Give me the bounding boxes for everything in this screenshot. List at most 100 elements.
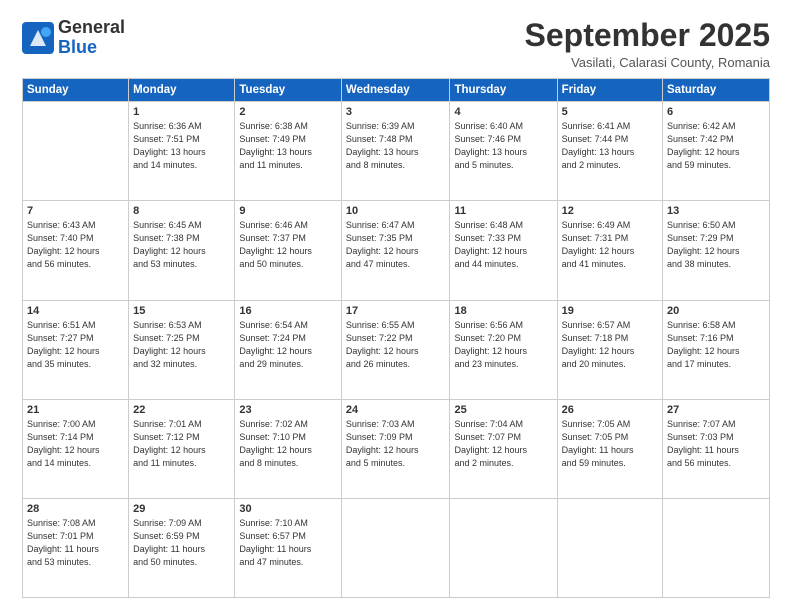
day-info: Sunrise: 7:09 AM Sunset: 6:59 PM Dayligh… <box>133 517 230 569</box>
day-number: 30 <box>239 503 337 515</box>
day-number: 25 <box>454 404 552 416</box>
day-info: Sunrise: 6:42 AM Sunset: 7:42 PM Dayligh… <box>667 120 765 172</box>
day-info: Sunrise: 7:04 AM Sunset: 7:07 PM Dayligh… <box>454 418 552 470</box>
day-number: 29 <box>133 503 230 515</box>
day-number: 26 <box>562 404 658 416</box>
calendar-cell: 6 Sunrise: 6:42 AM Sunset: 7:42 PM Daylig… <box>663 102 770 201</box>
day-number: 11 <box>454 205 552 217</box>
logo: General Blue <box>22 18 125 58</box>
title-block: September 2025 Vasilati, Calarasi County… <box>525 18 770 70</box>
day-number: 21 <box>27 404 124 416</box>
day-number: 27 <box>667 404 765 416</box>
calendar-table: SundayMondayTuesdayWednesdayThursdayFrid… <box>22 78 770 598</box>
day-info: Sunrise: 6:50 AM Sunset: 7:29 PM Dayligh… <box>667 219 765 271</box>
day-info: Sunrise: 7:05 AM Sunset: 7:05 PM Dayligh… <box>562 418 658 470</box>
col-header-friday: Friday <box>557 79 662 102</box>
calendar-cell: 27 Sunrise: 7:07 AM Sunset: 7:03 PM Dayli… <box>663 399 770 498</box>
day-number: 9 <box>239 205 337 217</box>
day-number: 3 <box>346 106 446 118</box>
day-info: Sunrise: 7:02 AM Sunset: 7:10 PM Dayligh… <box>239 418 337 470</box>
day-info: Sunrise: 6:58 AM Sunset: 7:16 PM Dayligh… <box>667 319 765 371</box>
calendar-cell: 7Sunrise: 6:43 AM Sunset: 7:40 PM Daylig… <box>23 201 129 300</box>
day-number: 8 <box>133 205 230 217</box>
day-number: 24 <box>346 404 446 416</box>
day-number: 15 <box>133 305 230 317</box>
calendar-cell: 24 Sunrise: 7:03 AM Sunset: 7:09 PM Dayli… <box>341 399 450 498</box>
day-number: 17 <box>346 305 446 317</box>
calendar-cell: 9 Sunrise: 6:46 AM Sunset: 7:37 PM Daylig… <box>235 201 342 300</box>
day-info: Sunrise: 7:00 AM Sunset: 7:14 PM Dayligh… <box>27 418 124 470</box>
day-number: 4 <box>454 106 552 118</box>
week-row-2: 7Sunrise: 6:43 AM Sunset: 7:40 PM Daylig… <box>23 201 770 300</box>
day-info: Sunrise: 6:56 AM Sunset: 7:20 PM Dayligh… <box>454 319 552 371</box>
day-info: Sunrise: 6:51 AM Sunset: 7:27 PM Dayligh… <box>27 319 124 371</box>
day-info: Sunrise: 6:39 AM Sunset: 7:48 PM Dayligh… <box>346 120 446 172</box>
day-info: Sunrise: 7:01 AM Sunset: 7:12 PM Dayligh… <box>133 418 230 470</box>
day-info: Sunrise: 6:57 AM Sunset: 7:18 PM Dayligh… <box>562 319 658 371</box>
calendar-cell: 21 Sunrise: 7:00 AM Sunset: 7:14 PM Dayli… <box>23 399 129 498</box>
calendar-cell: 1 Sunrise: 6:36 AM Sunset: 7:51 PM Daylig… <box>129 102 235 201</box>
day-number: 1 <box>133 106 230 118</box>
calendar-cell: 8 Sunrise: 6:45 AM Sunset: 7:38 PM Daylig… <box>129 201 235 300</box>
header: General Blue September 2025 Vasilati, Ca… <box>22 18 770 70</box>
day-info: Sunrise: 6:36 AM Sunset: 7:51 PM Dayligh… <box>133 120 230 172</box>
day-number: 10 <box>346 205 446 217</box>
logo-blue-text: Blue <box>58 38 125 58</box>
calendar-cell: 18 Sunrise: 6:56 AM Sunset: 7:20 PM Dayli… <box>450 300 557 399</box>
day-number: 20 <box>667 305 765 317</box>
day-number: 13 <box>667 205 765 217</box>
day-info: Sunrise: 7:07 AM Sunset: 7:03 PM Dayligh… <box>667 418 765 470</box>
day-info: Sunrise: 6:46 AM Sunset: 7:37 PM Dayligh… <box>239 219 337 271</box>
calendar-cell: 14 Sunrise: 6:51 AM Sunset: 7:27 PM Dayli… <box>23 300 129 399</box>
day-info: Sunrise: 7:10 AM Sunset: 6:57 PM Dayligh… <box>239 517 337 569</box>
day-number: 18 <box>454 305 552 317</box>
day-info: Sunrise: 6:47 AM Sunset: 7:35 PM Dayligh… <box>346 219 446 271</box>
calendar-cell: 26 Sunrise: 7:05 AM Sunset: 7:05 PM Dayli… <box>557 399 662 498</box>
day-number: 16 <box>239 305 337 317</box>
day-number: 23 <box>239 404 337 416</box>
col-header-wednesday: Wednesday <box>341 79 450 102</box>
day-number: 28 <box>27 503 124 515</box>
calendar-cell: 2 Sunrise: 6:38 AM Sunset: 7:49 PM Daylig… <box>235 102 342 201</box>
day-number: 12 <box>562 205 658 217</box>
calendar-cell: 5Sunrise: 6:41 AM Sunset: 7:44 PM Daylig… <box>557 102 662 201</box>
col-header-saturday: Saturday <box>663 79 770 102</box>
page: General Blue September 2025 Vasilati, Ca… <box>0 0 792 612</box>
day-number: 19 <box>562 305 658 317</box>
calendar-cell: 17 Sunrise: 6:55 AM Sunset: 7:22 PM Dayli… <box>341 300 450 399</box>
calendar-cell: 20 Sunrise: 6:58 AM Sunset: 7:16 PM Dayli… <box>663 300 770 399</box>
calendar-cell: 23 Sunrise: 7:02 AM Sunset: 7:10 PM Dayli… <box>235 399 342 498</box>
day-number: 2 <box>239 106 337 118</box>
week-row-3: 14 Sunrise: 6:51 AM Sunset: 7:27 PM Dayli… <box>23 300 770 399</box>
week-row-4: 21 Sunrise: 7:00 AM Sunset: 7:14 PM Dayli… <box>23 399 770 498</box>
day-info: Sunrise: 6:48 AM Sunset: 7:33 PM Dayligh… <box>454 219 552 271</box>
calendar-cell: 4Sunrise: 6:40 AM Sunset: 7:46 PM Daylig… <box>450 102 557 201</box>
week-row-1: 1 Sunrise: 6:36 AM Sunset: 7:51 PM Daylig… <box>23 102 770 201</box>
day-info: Sunrise: 6:45 AM Sunset: 7:38 PM Dayligh… <box>133 219 230 271</box>
calendar-cell: 13 Sunrise: 6:50 AM Sunset: 7:29 PM Dayli… <box>663 201 770 300</box>
calendar-cell <box>450 498 557 597</box>
day-number: 22 <box>133 404 230 416</box>
calendar-cell: 3 Sunrise: 6:39 AM Sunset: 7:48 PM Daylig… <box>341 102 450 201</box>
header-row: SundayMondayTuesdayWednesdayThursdayFrid… <box>23 79 770 102</box>
day-number: 6 <box>667 106 765 118</box>
logo-icon <box>22 22 54 54</box>
day-info: Sunrise: 6:55 AM Sunset: 7:22 PM Dayligh… <box>346 319 446 371</box>
calendar-cell <box>23 102 129 201</box>
calendar-cell: 16Sunrise: 6:54 AM Sunset: 7:24 PM Dayli… <box>235 300 342 399</box>
day-number: 14 <box>27 305 124 317</box>
month-title: September 2025 <box>525 18 770 53</box>
col-header-thursday: Thursday <box>450 79 557 102</box>
week-row-5: 28Sunrise: 7:08 AM Sunset: 7:01 PM Dayli… <box>23 498 770 597</box>
day-info: Sunrise: 6:38 AM Sunset: 7:49 PM Dayligh… <box>239 120 337 172</box>
calendar-cell: 29 Sunrise: 7:09 AM Sunset: 6:59 PM Dayli… <box>129 498 235 597</box>
logo-general-text: General <box>58 18 125 38</box>
calendar-cell <box>663 498 770 597</box>
day-info: Sunrise: 6:49 AM Sunset: 7:31 PM Dayligh… <box>562 219 658 271</box>
calendar-cell: 10 Sunrise: 6:47 AM Sunset: 7:35 PM Dayli… <box>341 201 450 300</box>
col-header-tuesday: Tuesday <box>235 79 342 102</box>
calendar-cell: 30 Sunrise: 7:10 AM Sunset: 6:57 PM Dayli… <box>235 498 342 597</box>
day-number: 5 <box>562 106 658 118</box>
calendar-cell <box>557 498 662 597</box>
day-info: Sunrise: 7:03 AM Sunset: 7:09 PM Dayligh… <box>346 418 446 470</box>
